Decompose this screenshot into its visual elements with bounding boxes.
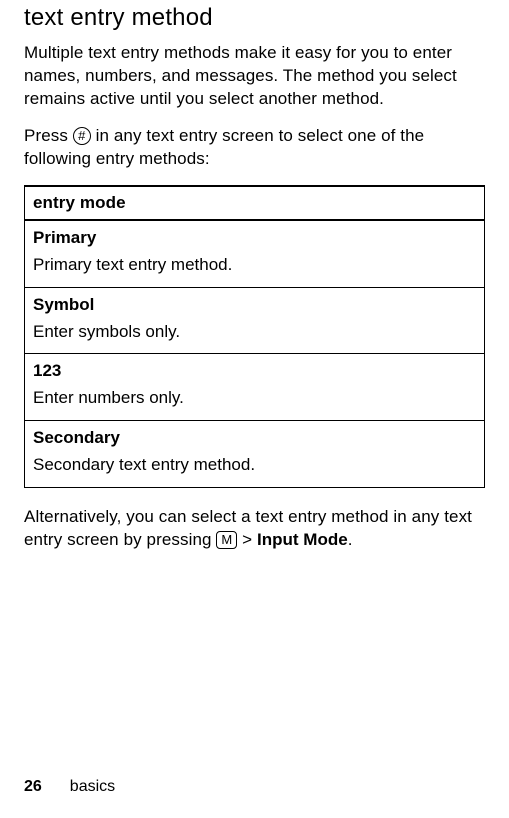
instruction-paragraph: Press # in any text entry screen to sele… — [24, 125, 485, 171]
page-title: text entry method — [24, 0, 485, 32]
table-row: 123 Enter numbers only. — [25, 354, 485, 421]
row-title: Symbol — [33, 294, 476, 317]
page-footer: 26 basics — [24, 778, 115, 796]
page: text entry method Multiple text entry me… — [0, 0, 509, 818]
table-header: entry mode — [25, 186, 485, 220]
alt-sep: > — [237, 530, 257, 549]
entry-mode-table: entry mode Primary Primary text entry me… — [24, 185, 485, 489]
hash-key-icon: # — [73, 127, 91, 145]
page-number: 26 — [24, 778, 42, 795]
instruction-pre: Press — [24, 126, 73, 145]
row-desc: Primary text entry method. — [33, 254, 476, 277]
section-label: basics — [70, 778, 115, 795]
row-desc: Enter numbers only. — [33, 387, 476, 410]
alt-paragraph: Alternatively, you can select a text ent… — [24, 506, 485, 552]
row-title: Secondary — [33, 427, 476, 450]
table-row: Secondary Secondary text entry method. — [25, 421, 485, 488]
table-row: Primary Primary text entry method. — [25, 220, 485, 287]
menu-item-label: Input Mode — [257, 530, 348, 549]
menu-key-icon: M — [216, 531, 237, 549]
row-title: Primary — [33, 227, 476, 250]
row-desc: Secondary text entry method. — [33, 454, 476, 477]
alt-end: . — [348, 530, 353, 549]
intro-paragraph: Multiple text entry methods make it easy… — [24, 42, 485, 111]
row-desc: Enter symbols only. — [33, 321, 476, 344]
table-row: Symbol Enter symbols only. — [25, 287, 485, 354]
row-title: 123 — [33, 360, 476, 383]
